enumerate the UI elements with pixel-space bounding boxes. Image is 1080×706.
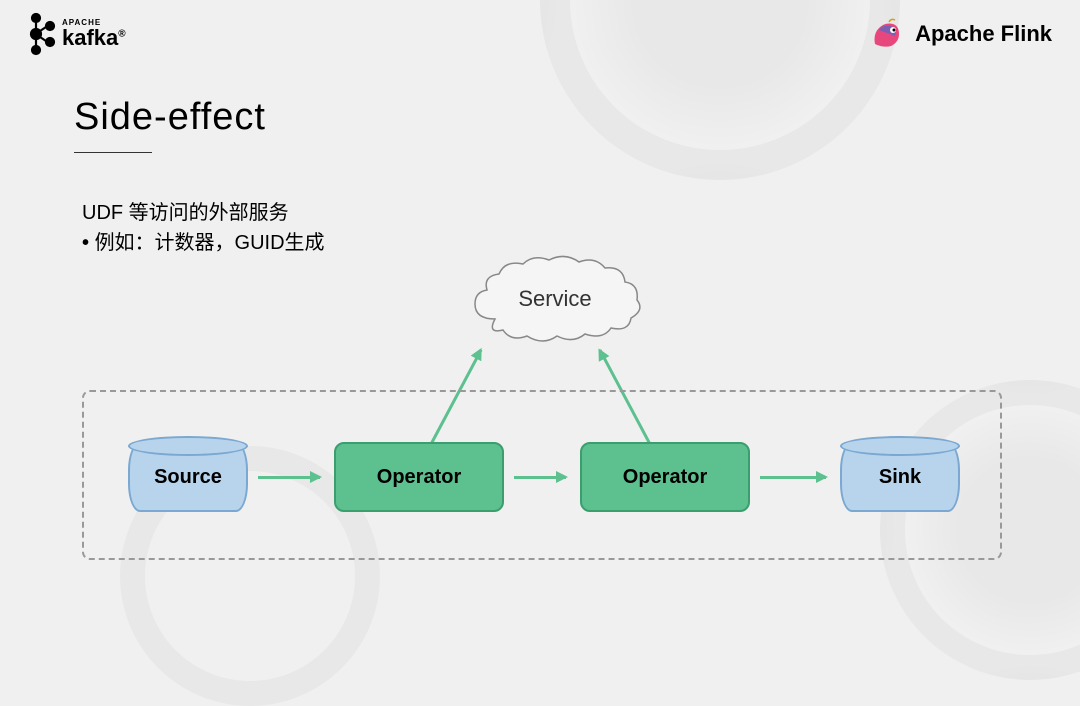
header: APACHE kafka® Apache Flink [28, 12, 1052, 56]
description: UDF 等访问的外部服务 [82, 196, 289, 225]
arrow-source-op1 [258, 476, 320, 479]
operator2-node: Operator [580, 442, 750, 512]
source-label: Source [154, 466, 222, 489]
flink-logo: Apache Flink [869, 16, 1052, 52]
sink-label: Sink [879, 466, 921, 489]
sink-node: Sink [840, 442, 960, 512]
flink-name: Apache Flink [915, 21, 1052, 47]
kafka-name: kafka® [62, 25, 126, 51]
bullet-example: 例如：计数器，GUID生成 [82, 226, 325, 255]
arrow-op2-sink [760, 476, 826, 479]
title-underline [74, 152, 152, 153]
operator1-node: Operator [334, 442, 504, 512]
kafka-logo: APACHE kafka® [28, 12, 126, 56]
source-node: Source [128, 442, 248, 512]
kafka-icon [28, 12, 56, 56]
service-label: Service [465, 254, 645, 344]
page-title: Side-effect [74, 96, 266, 139]
service-cloud: Service [465, 254, 645, 344]
arrow-op1-op2 [514, 476, 566, 479]
flink-icon [869, 16, 905, 52]
operator1-label: Operator [377, 466, 461, 489]
operator2-label: Operator [623, 466, 707, 489]
